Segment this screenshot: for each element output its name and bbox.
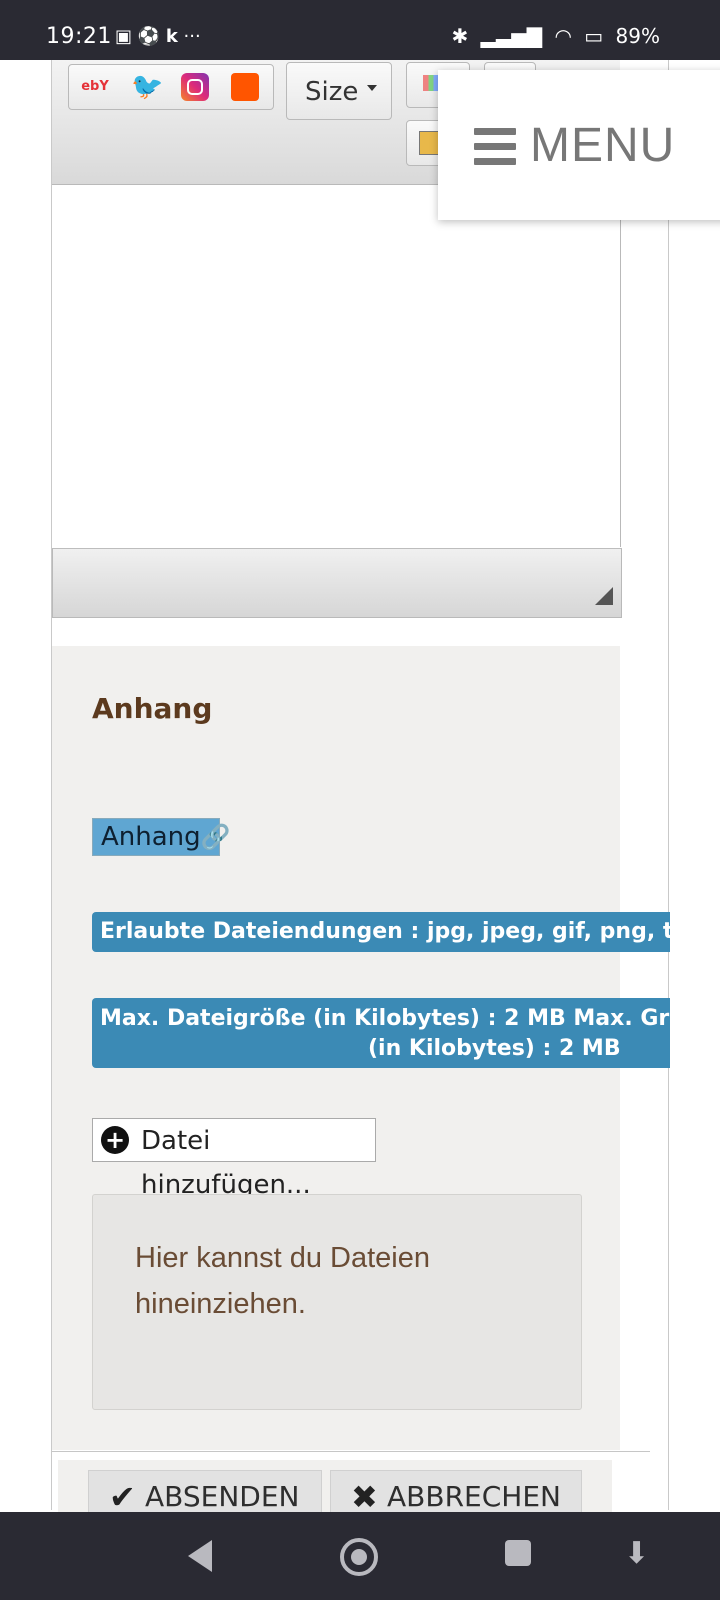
dropzone-text: Hier kannst du Dateien hineinziehen.: [135, 1242, 430, 1320]
max-size-line1: Max. Dateigröße (in Kilobytes) : 2 MB Ma…: [100, 1006, 670, 1031]
size-label: Size: [305, 77, 359, 107]
attachment-panel: Anhang Anhang🔗 Erlaubte Dateiendungen : …: [52, 646, 670, 1450]
battery-percent: 89%: [615, 24, 660, 48]
download-icon[interactable]: ⬇: [624, 1536, 649, 1571]
hamburger-icon: [474, 128, 516, 173]
system-nav-bar: ⬇: [0, 1512, 720, 1600]
editor-statusbar: [52, 548, 622, 618]
recent-apps-icon[interactable]: [505, 1540, 531, 1566]
home-icon[interactable]: [340, 1538, 378, 1576]
twitter-icon[interactable]: 🐦: [131, 73, 163, 101]
max-size-line2: (in Kilobytes) : 2 MB: [368, 1036, 621, 1061]
color-grid-icon: [423, 75, 439, 91]
social-buttons-group: ebY 🐦: [68, 64, 274, 110]
status-bar: 19:21 ▣ ⚽ 𝗸 ··· ✱ ▂▃▅▇ ◠ ▭ 89%: [0, 0, 720, 60]
plus-circle-icon: +: [101, 1126, 129, 1154]
chevron-down-icon: [367, 85, 377, 91]
paperclip-icon: 🔗: [200, 823, 231, 851]
add-file-button[interactable]: + Datei hinzufügen...: [92, 1118, 376, 1200]
status-right: ✱ ▂▃▅▇ ◠ ▭ 89%: [445, 24, 660, 48]
editor-textarea[interactable]: [52, 185, 621, 547]
form-actions: ✔ ABSENDEN ✖ ABBRECHEN: [58, 1460, 612, 1522]
attachment-toggle-button[interactable]: Anhang🔗: [92, 818, 231, 856]
attachment-button-label: Anhang: [101, 822, 201, 852]
resize-handle-icon[interactable]: [595, 587, 613, 605]
wifi-icon: ◠: [554, 24, 572, 48]
allowed-extensions-badge: Erlaubte Dateiendungen : jpg, jpeg, gif,…: [92, 912, 670, 952]
back-icon[interactable]: [188, 1540, 212, 1572]
clock: 19:21: [46, 24, 112, 49]
size-dropdown[interactable]: Size: [286, 62, 392, 120]
max-size-badge: Max. Dateigröße (in Kilobytes) : 2 MB Ma…: [92, 998, 670, 1068]
menu-button[interactable]: MENU: [438, 70, 720, 220]
page-border: [668, 60, 669, 1510]
ebay-icon[interactable]: ebY: [81, 73, 109, 101]
file-dropzone[interactable]: Hier kannst du Dateien hineinziehen.: [92, 1194, 582, 1410]
cancel-label: ABBRECHEN: [387, 1480, 561, 1513]
signal-icon: ▂▃▅▇: [480, 24, 543, 48]
soundcloud-icon[interactable]: [231, 73, 259, 101]
notification-icons: ▣ ⚽ 𝗸 ···: [115, 26, 201, 47]
divider: [52, 1451, 650, 1452]
instagram-icon[interactable]: [181, 73, 209, 101]
submit-label: ABSENDEN: [145, 1480, 300, 1513]
bluetooth-icon: ✱: [451, 24, 469, 48]
battery-icon: ▭: [584, 24, 604, 48]
attachment-title: Anhang: [92, 692, 213, 725]
menu-label: MENU: [530, 119, 676, 172]
